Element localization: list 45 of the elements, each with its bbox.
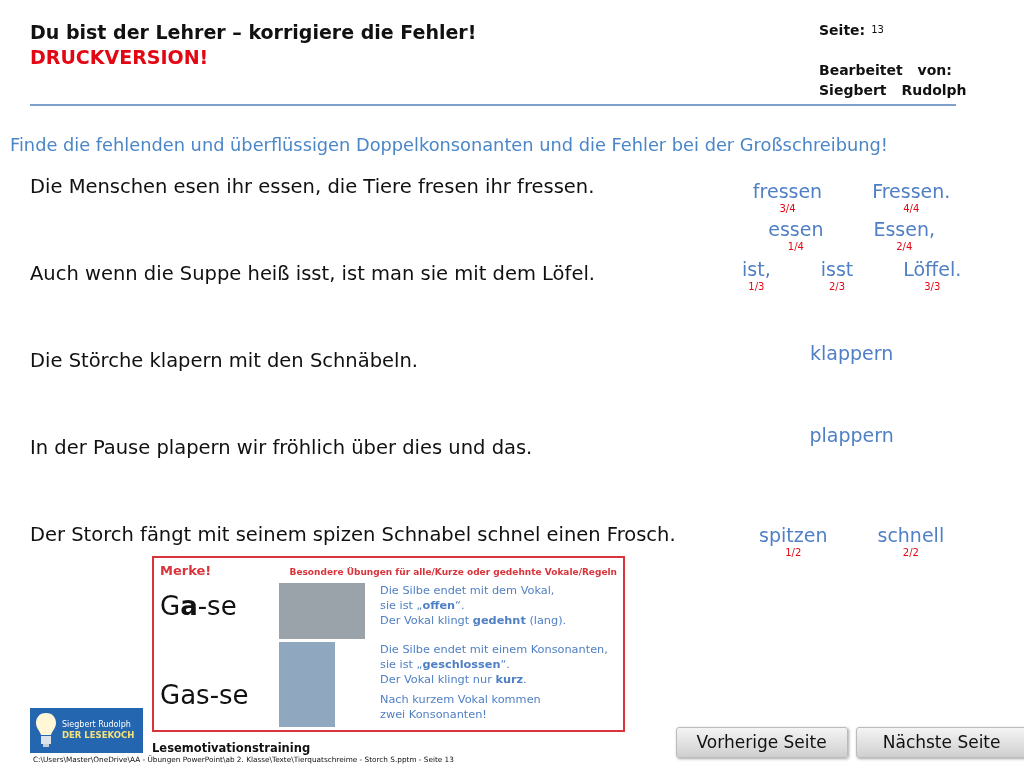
- answer-word: schnell: [877, 522, 945, 547]
- author-name: Siegbert Rudolph: [819, 81, 968, 100]
- page-label: Seite:: [819, 22, 866, 38]
- edited-by-label: Bearbeitet von:: [819, 61, 953, 80]
- slide-title: Du bist der Lehrer – korrigiere die Fehler!: [30, 20, 477, 45]
- rule-text: Die Silbe endet mit einem Konsonanten, sie ist „geschlossen“. Der Vokal klingt nur kurz.: [380, 642, 608, 688]
- print-version-label: DRUCKVERSION!: [30, 45, 210, 70]
- exercise-sentence: Auch wenn die Suppe heiß isst, ist man sie mit dem Löfel.: [30, 260, 596, 287]
- answer-fraction: 2/3: [828, 280, 845, 293]
- answer-word: klappern: [810, 340, 894, 365]
- answer-fraction: 4/4: [903, 202, 920, 215]
- answer-word: essen: [768, 216, 824, 241]
- answer-word: fressen: [752, 178, 823, 203]
- answer-word: ist,: [742, 256, 771, 281]
- answer-fraction: 3/3: [924, 280, 941, 293]
- instruction-text: Finde die fehlenden und überflüssigen Doppelkonsonanten und die Fehler bei der Großschreibung!: [10, 133, 889, 157]
- rule-text: Nach kurzem Vokal kommen zwei Konsonanten!: [380, 692, 542, 723]
- syllable-word: Ga-se: [160, 591, 238, 622]
- logo-author-text: Siegbert Rudolph: [62, 719, 132, 730]
- answer-fraction: 2/2: [902, 546, 919, 559]
- previous-page-button[interactable]: Vorherige Seite: [675, 727, 848, 758]
- answer-fraction: 1/3: [748, 280, 765, 293]
- exercise-sentence: Die Menschen esen ihr essen, die Tiere fresen ihr fressen.: [30, 173, 596, 200]
- answer-fraction: 2/4: [896, 240, 913, 253]
- exercise-sentence: Der Storch fängt mit seinem spizen Schnabel schnel einen Frosch.: [30, 521, 676, 548]
- next-page-button[interactable]: Nächste Seite: [855, 727, 1024, 758]
- syllable-word: Gas-se: [160, 680, 250, 711]
- answer-word: plappern: [809, 422, 894, 447]
- answer-fraction: 3/4: [779, 202, 796, 215]
- lightbulb-icon: [34, 711, 58, 750]
- exercise-sentence: In der Pause plapern wir fröhlich über dies und das.: [30, 434, 534, 461]
- answer-word: Essen,: [873, 216, 935, 241]
- answer-word: Löffel.: [903, 256, 962, 281]
- rule-text: Die Silbe endet mit dem Vokal, sie ist „offen“. Der Vokal klingt gedehnt (lang).: [380, 583, 567, 629]
- rule-box-heading: Besondere Übungen für alle/Kurze oder gedehnte Vokale/Regeln: [289, 565, 617, 579]
- exercise-sentence: Die Störche klapern mit den Schnäbeln.: [30, 347, 420, 374]
- answer-word: isst: [820, 256, 854, 281]
- answer-word: spitzen: [759, 522, 828, 547]
- answer-fraction: 1/4: [787, 240, 804, 253]
- rule-box-title: Merke!: [160, 561, 212, 580]
- logo-brand-text: DER LESEKOCH: [62, 729, 135, 741]
- answer-word: Fressen.: [872, 178, 951, 203]
- answer-fraction: 1/2: [785, 546, 802, 559]
- page-number: 13: [871, 24, 884, 35]
- course-name: Lesemotivationstraining: [152, 740, 312, 755]
